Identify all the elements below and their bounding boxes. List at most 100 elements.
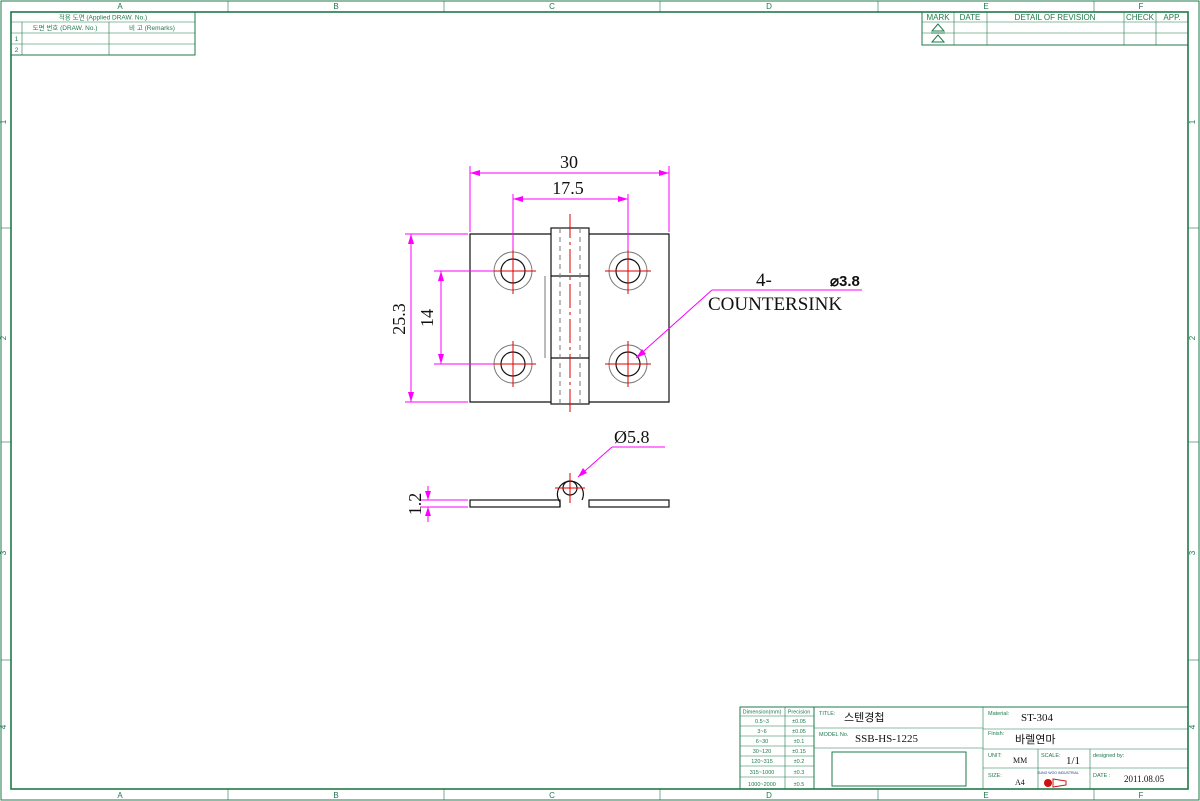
hole-callout: 4- ⌀3.8 COUNTERSINK: [635, 270, 862, 359]
dimension-label-thickness: 1.2: [405, 493, 425, 516]
scale-label: SCALE:: [1041, 753, 1061, 759]
date-value: 2011.08.05: [1124, 774, 1165, 784]
zone-col-d-top: D: [766, 2, 772, 11]
arrowhead-icon: [578, 468, 587, 477]
hole-note-type: COUNTERSINK: [708, 294, 842, 315]
side-left-leaf: [469, 499, 561, 508]
applied-drawing-col-no: 도면 번호 (DRAW. No.): [33, 23, 98, 32]
dimension-thickness: 1.2: [405, 486, 468, 522]
zone-col-a-bottom: A: [117, 791, 123, 800]
zone-col-e-top: E: [983, 2, 988, 11]
tolerance-range: 6~30: [756, 739, 768, 745]
arrowhead-icon: [659, 170, 669, 176]
tolerance-value: ±0.1: [794, 739, 805, 745]
dimension-label-overall-width: 30: [560, 152, 578, 172]
dimension-pin-diameter: Ø5.8: [577, 427, 665, 478]
zone-row-2-left: 2: [0, 335, 8, 340]
tolerance-range: 120~315: [751, 759, 773, 765]
size-label: SIZE:: [988, 773, 1002, 779]
material-label: Material:: [988, 711, 1010, 717]
tolerance-range: 30~120: [753, 749, 772, 755]
zone-row-1-left: 1: [0, 119, 8, 124]
dimension-hole-spacing-y: 14: [417, 270, 494, 365]
dimension-label-hole-spacing-x: 17.5: [552, 178, 584, 198]
zone-row-4-left: 4: [0, 724, 8, 729]
hinge-knuckle: [544, 214, 590, 412]
zone-col-a-top: A: [117, 2, 123, 11]
applied-drawing-row-2: 2: [15, 47, 19, 54]
arrowhead-icon: [618, 196, 628, 202]
countersink-hole: [490, 341, 536, 387]
logo-text: SUNG WOO INDUSTRIAL: [1037, 771, 1079, 775]
zone-col-e-bottom: E: [983, 791, 988, 800]
size-value: A4: [1015, 778, 1025, 787]
side-right-leaf: [588, 499, 670, 508]
finish-label: Finish:: [988, 731, 1005, 737]
applied-drawing-title: 적용 도면 (Applied DRAW. No.): [59, 13, 147, 22]
zone-row-4-right: 4: [1188, 724, 1197, 729]
inner-border: [10, 11, 1189, 790]
applied-drawing-table: 적용 도면 (Applied DRAW. No.) 도면 번호 (DRAW. N…: [10, 11, 196, 56]
zone-row-1-right: 1: [1188, 119, 1197, 124]
dimension-label-hole-spacing-y: 14: [417, 309, 437, 327]
revision-header-date: DATE: [960, 13, 981, 22]
designed-by-label: designed by:: [1093, 753, 1125, 759]
dimension-label-overall-height: 25.3: [389, 303, 409, 335]
arrowhead-icon: [425, 507, 431, 516]
countersink-hole: [605, 341, 651, 387]
hinge-side-view: [469, 473, 670, 508]
revision-header-mark: MARK: [926, 13, 950, 22]
drawing-frame: A B C D E F A B C D E F 1 2 3 4 1 2 3 4: [0, 0, 1200, 801]
model-label: MODEL No.: [819, 732, 849, 738]
countersink-hole: [605, 248, 651, 294]
tolerance-range: 315~1000: [750, 770, 775, 776]
unit-label: UNIT:: [988, 753, 1002, 759]
revision-table: MARK DATE DETAIL OF REVISION CHECK APP.: [921, 11, 1189, 46]
zone-row-3-right: 3: [1188, 550, 1197, 555]
arrowhead-icon: [408, 392, 414, 402]
tolerance-value: ±0.15: [792, 749, 806, 755]
revision-header-check: CHECK: [1126, 13, 1155, 22]
tolerance-range: 3~6: [757, 729, 766, 735]
title-value: 스텐경첩: [844, 711, 884, 724]
revision-mark-triangle-icon: [930, 34, 946, 43]
company-logo: SUNG WOO INDUSTRIAL: [1037, 771, 1079, 788]
revision-header-detail: DETAIL OF REVISION: [1015, 13, 1096, 22]
date-label: DATE :: [1093, 773, 1111, 779]
zone-row-2-right: 2: [1188, 335, 1197, 340]
tolerance-value: ±0.2: [794, 759, 805, 765]
tolerance-value: ±0.5: [794, 782, 805, 788]
arrowhead-icon: [438, 271, 444, 281]
tolerance-header-dimension: Dimension(mm): [743, 710, 782, 716]
tolerance-value: ±0.05: [792, 719, 806, 725]
hole-note-quantity: 4-: [756, 270, 772, 291]
logo-mark-icon: [1044, 779, 1052, 787]
material-value: ST-304: [1021, 712, 1053, 724]
hinge-front-view: [469, 214, 670, 412]
zone-col-c-top: C: [549, 2, 555, 11]
tolerance-value: ±0.3: [794, 770, 805, 776]
scale-value: 1/1: [1066, 755, 1080, 767]
zone-col-b-top: B: [333, 2, 338, 11]
title-block-empty-box: [831, 751, 967, 787]
outer-border: [0, 0, 1200, 801]
logo-arrow-icon: [1052, 778, 1067, 788]
zone-row-3-left: 3: [0, 550, 8, 555]
zone-col-f-bottom: F: [1139, 791, 1144, 800]
model-value: SSB-HS-1225: [855, 733, 918, 745]
title-label: TITLE:: [819, 711, 836, 717]
arrowhead-icon: [425, 491, 431, 500]
dimension-label-pin-diameter: Ø5.8: [614, 427, 650, 447]
zone-col-f-top: F: [1139, 2, 1144, 11]
tolerance-header-precision: Precision: [788, 710, 811, 716]
arrowhead-icon: [408, 234, 414, 244]
arrowhead-icon: [513, 196, 523, 202]
revision-mark-triangle-icon: [930, 23, 946, 32]
arrowhead-icon: [470, 170, 480, 176]
tolerance-table: Dimension(mm) Precision 0.5~3 ±0.05 3~6 …: [739, 706, 815, 790]
arrowhead-icon: [438, 354, 444, 364]
zone-col-c-bottom: C: [549, 791, 555, 800]
revision-header-app: APP.: [1163, 13, 1180, 22]
applied-drawing-row-1: 1: [15, 36, 19, 43]
hole-note-diameter: ⌀3.8: [830, 273, 860, 290]
